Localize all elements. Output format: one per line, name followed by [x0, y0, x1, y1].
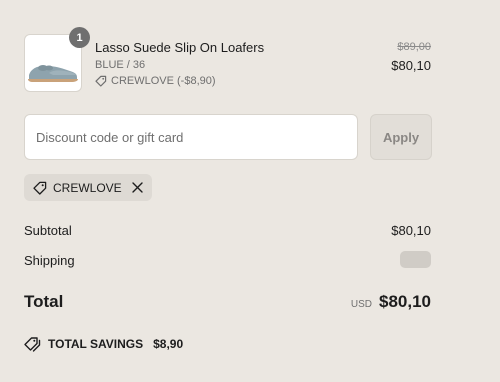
- savings-label: TOTAL SAVINGS: [48, 337, 144, 351]
- applied-code-tag: CREWLOVE: [24, 174, 152, 201]
- total-amount: USD $80,10: [351, 292, 431, 312]
- currency-code: USD: [350, 299, 372, 310]
- subtotal-value: $80,10: [391, 223, 431, 238]
- product-discount-label: CREWLOVE (-$8,90): [111, 75, 216, 87]
- subtotal-label: Subtotal: [24, 223, 72, 238]
- tag-icon: [33, 181, 47, 195]
- tags-icon: [24, 337, 41, 352]
- apply-button[interactable]: Apply: [370, 114, 432, 160]
- product-title: Lasso Suede Slip On Loafers: [95, 40, 265, 55]
- shipping-value-placeholder: [400, 251, 431, 268]
- product-discount: CREWLOVE (-$8,90): [95, 75, 216, 87]
- product-variant: BLUE / 36: [95, 59, 146, 71]
- close-icon[interactable]: [131, 182, 143, 193]
- total-label: Total: [24, 292, 64, 311]
- applied-code-label: CREWLOVE: [53, 180, 122, 195]
- total-savings: TOTAL SAVINGS $8,90: [24, 336, 183, 352]
- discount-code-input[interactable]: [24, 114, 358, 160]
- total-value: $80,10: [379, 292, 431, 311]
- tag-icon: [95, 75, 107, 87]
- quantity-badge: 1: [69, 27, 90, 48]
- price-final: $80,10: [391, 58, 431, 73]
- savings-value: $8,90: [153, 337, 184, 351]
- shipping-label: Shipping: [24, 253, 75, 268]
- price-original: $89,00: [397, 41, 431, 53]
